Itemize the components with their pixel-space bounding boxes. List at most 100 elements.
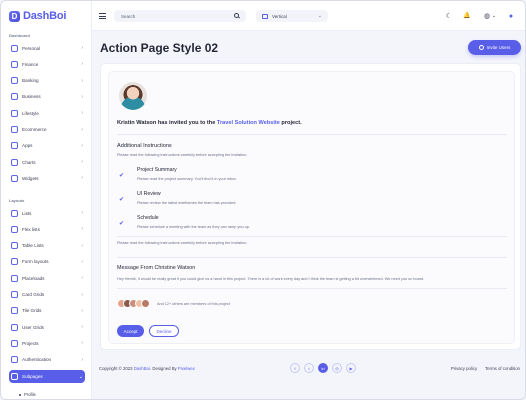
copyright-mid: . Designed By bbox=[149, 366, 178, 371]
linkedin-icon[interactable]: in bbox=[318, 363, 328, 373]
project-link[interactable]: Travel Solution Website bbox=[217, 120, 280, 126]
sidebar-item-personal[interactable]: Personal › bbox=[9, 42, 85, 54]
theme-toggle-icon[interactable]: ☾ bbox=[445, 12, 453, 20]
action-card-inner: Kristin Watson has invited you to the Tr… bbox=[108, 71, 515, 344]
sidebar-item-label: Widgets bbox=[22, 175, 39, 181]
social-links: f t in ◎ ▶ bbox=[290, 363, 356, 373]
chevron-down-icon: ⌄ bbox=[491, 12, 497, 19]
privacy-policy-link[interactable]: Privacy policy bbox=[451, 366, 477, 371]
sidebar-item-label: Table Lists bbox=[22, 243, 44, 249]
chevron-down-icon: ⌄ bbox=[317, 13, 322, 19]
sidebar-item-projects[interactable]: Projects › bbox=[9, 337, 85, 349]
sidebar-item-widgets[interactable]: Widgets › bbox=[9, 172, 85, 184]
sidebar-item-label: Banking bbox=[22, 78, 39, 84]
page-title: Action Page Style 02 bbox=[100, 41, 219, 55]
menu-toggle-icon[interactable] bbox=[99, 13, 106, 19]
search-input[interactable]: Search bbox=[114, 10, 246, 22]
message-box: Message From Christine Watson Hey Henrik… bbox=[117, 257, 507, 289]
accept-button[interactable]: Accept bbox=[117, 325, 144, 337]
sidebar-item-label: Flex lists bbox=[22, 226, 40, 232]
copyright-prefix: Copyright © 2023 bbox=[99, 366, 134, 371]
sidebar-item-label: Finance bbox=[22, 61, 39, 67]
sidebar-subitem-label: Profile bbox=[24, 392, 36, 397]
sidebar-item-finance[interactable]: Finance › bbox=[9, 58, 85, 70]
step-title: Project Summary bbox=[137, 167, 177, 173]
nav-icon bbox=[11, 44, 18, 52]
layout-icon bbox=[262, 13, 268, 19]
footer-brand-link[interactable]: DashBoi bbox=[134, 366, 150, 371]
sidebar-subitem-profile[interactable]: Profile bbox=[19, 392, 36, 397]
sidebar-item-label: Authentication bbox=[22, 357, 52, 363]
top-header: Search Vertical ⌄ ☾ 🔔 ◍ ⌄ ● bbox=[92, 1, 525, 31]
sidebar-item-label: Lists bbox=[22, 210, 32, 216]
layout-select-value: Vertical bbox=[272, 13, 287, 19]
check-icon: ✔ bbox=[119, 221, 125, 227]
sidebar: D DashBoi Dashboard Personal › Finance › Ban… bbox=[1, 1, 92, 399]
twitter-icon[interactable]: t bbox=[304, 363, 314, 373]
search-placeholder: Search bbox=[121, 13, 136, 19]
invite-suffix: project. bbox=[279, 120, 302, 126]
sidebar-item-subpages[interactable]: Subpages ⌄ bbox=[9, 370, 85, 383]
message-body: Hey Henrik, it would be really great if … bbox=[117, 277, 425, 281]
designer-link[interactable]: Pixelwex bbox=[178, 366, 195, 371]
nav-icon bbox=[11, 323, 18, 331]
facebook-icon[interactable]: f bbox=[290, 363, 300, 373]
chevron-down-icon: ⌄ bbox=[78, 373, 83, 380]
sidebar-item-authentication[interactable]: Authentication › bbox=[9, 354, 85, 366]
instructions-title: Additional Instructions bbox=[117, 143, 172, 149]
avatar-icon[interactable]: ● bbox=[507, 12, 515, 20]
sidebar-item-label: Subpages bbox=[22, 374, 43, 379]
nav-icon bbox=[11, 209, 18, 217]
invite-prefix: Kristin Watson has invited you to the bbox=[117, 120, 217, 126]
sidebar-item-business[interactable]: Business › bbox=[9, 91, 85, 103]
nav-icon bbox=[11, 158, 18, 166]
sidebar-item-label: Card Grids bbox=[22, 292, 45, 297]
sidebar-item-card-grids[interactable]: Card Grids › bbox=[9, 289, 85, 301]
decline-button[interactable]: Decline bbox=[149, 325, 179, 337]
sidebar-item-ecommerce[interactable]: Ecommerce › bbox=[9, 124, 85, 136]
nav-icon bbox=[11, 307, 18, 315]
sidebar-item-form-layouts[interactable]: Form layouts › bbox=[9, 256, 85, 268]
nav-icon bbox=[11, 60, 18, 68]
nav-icon bbox=[11, 242, 18, 250]
sidebar-item-lists[interactable]: Lists › bbox=[9, 207, 85, 219]
copyright-text: Copyright © 2023 DashBoi. Designed By Pi… bbox=[99, 366, 195, 371]
sidebar-item-label: Ecommerce bbox=[22, 127, 47, 132]
sidebar-item-charts[interactable]: Charts › bbox=[9, 156, 85, 168]
chevron-right-icon: › bbox=[81, 340, 83, 347]
divider bbox=[117, 134, 507, 135]
sidebar-item-flex-lists[interactable]: Flex lists › bbox=[9, 223, 85, 235]
nav-icon bbox=[11, 258, 18, 266]
chevron-right-icon: › bbox=[81, 61, 83, 68]
search-icon[interactable] bbox=[234, 13, 239, 18]
members-row: And 12+ others are members of this proje… bbox=[117, 299, 230, 308]
chevron-right-icon: › bbox=[81, 307, 83, 314]
sidebar-item-label: Placeloads bbox=[22, 275, 45, 281]
youtube-icon[interactable]: ▶ bbox=[346, 363, 356, 373]
sidebar-item-tile-grids[interactable]: Tile Grids › bbox=[9, 305, 85, 317]
sidebar-item-apps[interactable]: Apps › bbox=[9, 140, 85, 152]
footer-links: Privacy policy Terms of condition bbox=[451, 366, 520, 371]
chevron-right-icon: › bbox=[81, 110, 83, 117]
step-description: Please review the latest wireframes the … bbox=[137, 201, 237, 205]
chevron-right-icon: › bbox=[81, 45, 83, 51]
brand-logo[interactable]: D DashBoi bbox=[9, 9, 66, 23]
sidebar-item-label: Charts bbox=[22, 159, 36, 165]
terms-link[interactable]: Terms of condition bbox=[485, 366, 520, 371]
sidebar-item-banking[interactable]: Banking › bbox=[9, 75, 85, 87]
nav-icon bbox=[11, 142, 18, 150]
sidebar-item-label: Apps bbox=[22, 143, 33, 149]
instagram-icon[interactable]: ◎ bbox=[332, 363, 342, 373]
sidebar-item-label: Projects bbox=[22, 340, 39, 346]
sidebar-item-lifestyle[interactable]: Lifestyle › bbox=[9, 107, 85, 119]
sidebar-item-label: Personal bbox=[22, 45, 41, 51]
notification-bell-icon[interactable]: 🔔 bbox=[463, 12, 471, 20]
step-description: Please schedule a meeting with the team … bbox=[137, 225, 250, 229]
sidebar-item-table-lists[interactable]: Table Lists › bbox=[9, 240, 85, 252]
invite-users-button[interactable]: Invite Users bbox=[468, 40, 521, 55]
sidebar-item-user-grids[interactable]: User Grids › bbox=[9, 321, 85, 333]
action-card: Kristin Watson has invited you to the Tr… bbox=[100, 63, 521, 350]
sidebar-item-placeloads[interactable]: Placeloads › bbox=[9, 272, 85, 284]
layout-select[interactable]: Vertical ⌄ bbox=[256, 10, 328, 22]
invite-users-label: Invite Users bbox=[486, 45, 511, 50]
